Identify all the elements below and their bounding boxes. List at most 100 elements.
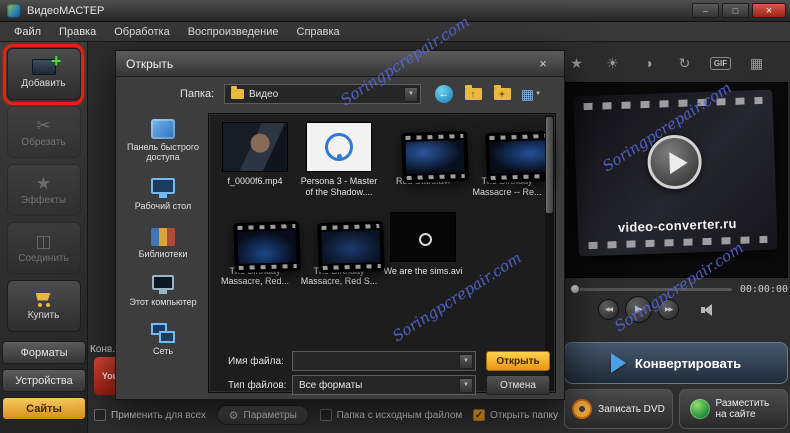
file-item-2[interactable]: Persona 3 - Master of the Shadow.... (298, 122, 380, 198)
film-frame (405, 139, 465, 175)
folder-icon (231, 86, 244, 99)
preview-play-button[interactable] (646, 134, 703, 190)
filename-label: Имя файла: (228, 355, 284, 367)
quick-access-icon (151, 119, 175, 139)
dialog-cancel-button[interactable]: Отмена (486, 375, 550, 395)
file-item-4[interactable]: The Birthday Massacre -- Re... (466, 122, 553, 198)
tab-devices[interactable]: Устройства (2, 369, 86, 392)
folder-dropdown[interactable]: Видео ▼ (224, 84, 421, 104)
folder-row: Папка: Видео ▼ (180, 84, 421, 104)
open-folder-option[interactable]: ✓ Открыть папку (473, 409, 558, 421)
film-frame (237, 229, 297, 264)
filename-input[interactable]: ▼ (292, 351, 476, 371)
folder-dropdown-arrow-icon[interactable]: ▼ (404, 86, 418, 102)
volume-icon[interactable] (701, 303, 717, 317)
rotate-icon[interactable]: ↻ (670, 50, 699, 76)
publish-button[interactable]: Разместить на сайте (679, 389, 788, 429)
play-button[interactable]: ▶ (625, 296, 652, 323)
close-button[interactable]: × (752, 3, 786, 18)
tab-formats[interactable]: Форматы (2, 341, 86, 364)
dialog-open-button[interactable]: Открыть (486, 351, 550, 371)
filetype-dropdown[interactable]: Все форматы ▼ (292, 375, 476, 395)
file-item-7[interactable]: We are the sims.avi (382, 211, 464, 288)
open-file-dialog: Открыть × Папка: Видео ▼ ← ↑ + ▦ ▼ Панел… (115, 50, 565, 400)
publish-label: Разместить на сайте (715, 397, 770, 421)
frames-icon[interactable]: ▦ (742, 50, 771, 76)
seek-handle[interactable] (570, 283, 580, 294)
buy-button[interactable]: Купить (6, 280, 81, 332)
maximize-button[interactable]: □ (722, 3, 749, 18)
menu-file[interactable]: Файл (5, 24, 50, 40)
folder-value: Видео (249, 88, 279, 100)
convert-format-label-truncated: Конв... (90, 344, 115, 355)
buy-label: Купить (27, 309, 60, 321)
this-pc-icon (152, 275, 174, 295)
file-list-scrollbar[interactable] (545, 115, 554, 391)
place-network[interactable]: Сеть (122, 321, 204, 356)
place-libraries[interactable]: Библиотеки (122, 224, 204, 259)
view-menu-icon[interactable]: ▦ ▼ (521, 84, 541, 104)
quick-access-label: Панель быстрого доступа (127, 142, 199, 163)
file-item-6[interactable]: The Birthday Massacre, Red S... (298, 212, 385, 288)
brightness-icon[interactable]: ☀ (598, 50, 627, 76)
menu-bar: Файл Правка Обработка Воспроизведение Сп… (0, 22, 790, 42)
place-this-pc[interactable]: Этот компьютер (122, 272, 204, 307)
parameters-label: Параметры (243, 409, 297, 421)
new-folder-icon[interactable]: + (492, 84, 512, 104)
add-clip-icon (31, 51, 62, 75)
up-one-level-icon[interactable]: ↑ (463, 84, 483, 104)
places-panel: Панель быстрого доступа Рабочий стол Биб… (122, 113, 204, 393)
seek-row: 00:00:00 (570, 283, 788, 295)
next-button[interactable]: ▶▶ (658, 299, 679, 320)
gif-badge: GIF (709, 56, 732, 70)
filmstrip-thumbnail (401, 130, 469, 184)
gif-icon[interactable]: GIF (706, 50, 735, 76)
record-dvd-button[interactable]: Записать DVD (564, 389, 673, 429)
contrast-icon[interactable]: ◑ (634, 50, 663, 76)
menu-help[interactable]: Справка (288, 24, 349, 40)
filetype-row: Тип файлов: Все форматы ▼ Отмена (228, 375, 550, 395)
previous-button[interactable]: ◀◀ (598, 299, 619, 320)
file-item-5[interactable]: The Birthday Massacre, Red... (214, 212, 301, 288)
scrollbar-thumb[interactable] (546, 117, 553, 213)
place-desktop[interactable]: Рабочий стол (122, 176, 204, 211)
filetype-dropdown-arrow-icon[interactable]: ▼ (459, 377, 473, 393)
effects-button[interactable]: ★ Эффекты (6, 164, 81, 216)
filmstrip-thumbnail (233, 220, 301, 273)
time-display: 00:00:00 (739, 283, 788, 295)
filename-dropdown-arrow-icon[interactable]: ▼ (459, 353, 473, 369)
open-folder-checkbox[interactable]: ✓ (473, 409, 486, 421)
filmstrip-thumbnail (485, 130, 553, 184)
apply-all-label: Применить для всех (111, 409, 206, 421)
bottom-options-bar: Применить для всех ⚙ Параметры Папка с и… (90, 402, 562, 428)
source-folder-option[interactable]: Папка с исходным файлом (319, 409, 462, 421)
add-button[interactable]: Добавить (6, 48, 81, 100)
filmstrip-placeholder: video-converter.ru (573, 89, 778, 257)
minimize-button[interactable]: – (692, 3, 719, 18)
menu-processing[interactable]: Обработка (105, 24, 178, 40)
back-icon[interactable]: ← (434, 84, 454, 104)
grid-glyph: ▦ ▼ (521, 86, 541, 103)
tab-sites[interactable]: Сайты (2, 397, 86, 420)
place-quick-access[interactable]: Панель быстрого доступа (122, 117, 204, 163)
apply-all-checkbox[interactable] (94, 409, 106, 421)
video-thumbnail (222, 122, 288, 172)
file-item-1[interactable]: f_0000f6.mp4 (214, 122, 296, 198)
menu-playback[interactable]: Воспроизведение (179, 24, 288, 40)
apply-all-option[interactable]: Применить для всех (94, 409, 206, 421)
desktop-icon (151, 177, 175, 198)
star-icon: ★ (35, 173, 52, 193)
file-name: Persona 3 - Master of the Shadow.... (300, 176, 378, 197)
join-button[interactable]: ◫ Соединить (6, 222, 81, 274)
seek-slider[interactable] (570, 283, 732, 294)
trim-button[interactable]: ✂ Обрезать (6, 106, 81, 158)
source-folder-checkbox[interactable] (319, 409, 332, 421)
enhance-icon[interactable]: ★ (562, 50, 591, 76)
file-item-3[interactable]: Red Stars.avi (382, 122, 469, 198)
parameters-button[interactable]: ⚙ Параметры (216, 405, 309, 425)
dialog-close-icon[interactable]: × (532, 56, 554, 71)
menu-edit[interactable]: Правка (50, 24, 105, 40)
libraries-label: Библиотеки (138, 249, 188, 260)
file-grid: f_0000f6.mp4 Persona 3 - Master of the S… (209, 114, 555, 287)
convert-button[interactable]: Конвертировать (564, 342, 788, 384)
